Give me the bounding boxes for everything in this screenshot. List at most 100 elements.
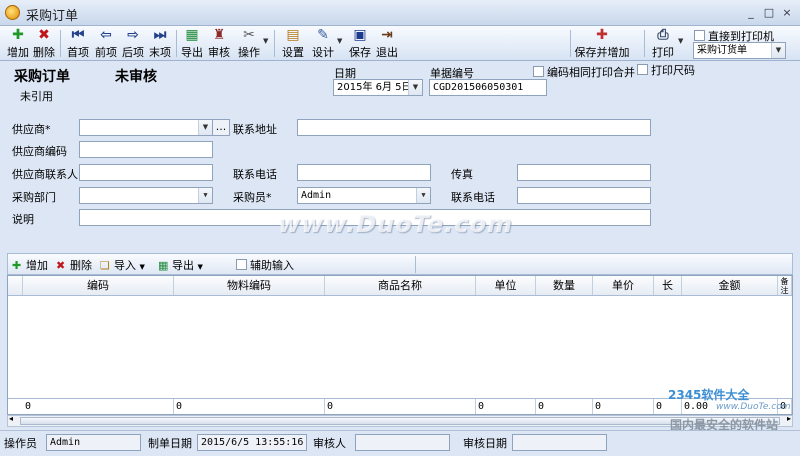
- plus-icon: ✚: [12, 259, 22, 272]
- last-button[interactable]: ⏭ 末项: [147, 28, 173, 60]
- checkbox[interactable]: [236, 259, 247, 270]
- delete-icon: ✖: [38, 27, 50, 43]
- column-header[interactable]: 备注: [778, 276, 792, 295]
- chevron-down-icon[interactable]: ▼: [678, 37, 683, 45]
- delete-icon: ✖: [56, 259, 66, 272]
- chevron-down-icon[interactable]: ▼: [140, 263, 145, 271]
- app-icon: [5, 5, 20, 20]
- audit-date-field: [512, 434, 607, 451]
- grid-delete-button[interactable]: ✖ 删除: [56, 257, 92, 273]
- add-button[interactable]: ✚ 增加: [6, 28, 30, 60]
- save-button[interactable]: ▣ 保存: [347, 28, 373, 60]
- assist-input-checkbox[interactable]: 辅助输入: [236, 257, 294, 273]
- export-button[interactable]: ▦ 导出: [179, 28, 205, 60]
- print-button[interactable]: ⎙ 打印: [650, 27, 676, 60]
- duote-watermark: www.DuoTe.com: [278, 210, 513, 238]
- chevron-down-icon[interactable]: ▼: [263, 37, 268, 45]
- column-header[interactable]: 单价: [593, 276, 654, 295]
- main-toolbar: ✚ 增加 ✖ 删除 ⏮ 首项 ⇦ 前项 ⇨ 后项 ⏭ 末项 ▦ 导出 ♜ 审核 …: [0, 26, 800, 61]
- save-and-add-button[interactable]: ✚ 保存并增加: [574, 28, 630, 60]
- docno-field[interactable]: CGD201506050301: [429, 79, 547, 96]
- merge-print-checkbox[interactable]: 编码相同打印合并: [533, 64, 635, 80]
- checkbox[interactable]: [694, 30, 705, 41]
- print-size-checkbox[interactable]: 打印尺码: [637, 62, 695, 78]
- chevron-down-icon[interactable]: ▼: [408, 80, 422, 95]
- grid-header: 编码 物料编码 商品名称 单位 数量 单价 长 金额 备注: [8, 276, 792, 296]
- phone2-label: 联系电话: [451, 191, 495, 204]
- total-cell: 0: [174, 399, 325, 414]
- grid-export-button[interactable]: ▦ 导出 ▼: [158, 257, 203, 273]
- next-button[interactable]: ⇨ 后项: [120, 27, 146, 60]
- maximize-button[interactable]: □: [760, 4, 778, 21]
- phone2-field[interactable]: [517, 187, 651, 204]
- address-field[interactable]: [297, 119, 651, 136]
- chevron-down-icon[interactable]: ▼: [337, 37, 342, 45]
- note-label: 说明: [12, 213, 34, 226]
- arrow-right-icon: ⇨: [127, 27, 139, 43]
- date-picker[interactable]: 2015年 6月 5日 ▼: [333, 79, 423, 96]
- operation-button[interactable]: ✂ 操作: [236, 28, 262, 60]
- chevron-down-icon[interactable]: ▼: [198, 188, 212, 203]
- supplier-code-label: 供应商编码: [12, 145, 67, 158]
- grid-import-button[interactable]: ❏ 导入 ▼: [100, 257, 145, 273]
- created-date-label: 制单日期: [148, 437, 192, 450]
- column-header[interactable]: 编码: [23, 276, 174, 295]
- column-header[interactable]: 长: [654, 276, 682, 295]
- column-header[interactable]: 金额: [682, 276, 778, 295]
- scrollbar-thumb[interactable]: [20, 417, 780, 425]
- column-header[interactable]: 商品名称: [325, 276, 476, 295]
- fax-field[interactable]: [517, 164, 651, 181]
- toolbar-separator: [570, 30, 571, 57]
- total-cell: 0: [476, 399, 536, 414]
- toolbar-separator: [60, 30, 61, 57]
- buyer-select[interactable]: Admin ▼: [297, 187, 431, 204]
- chevron-down-icon[interactable]: ▼: [416, 188, 430, 203]
- row-indicator-header: [8, 276, 23, 295]
- column-header[interactable]: 数量: [536, 276, 593, 295]
- exit-icon: ⇥: [381, 27, 393, 43]
- total-cell: 0: [325, 399, 476, 414]
- column-header[interactable]: 单位: [476, 276, 536, 295]
- exit-button[interactable]: ⇥ 退出: [374, 27, 400, 60]
- operator-label: 操作员: [4, 437, 37, 450]
- settings-icon: ▤: [286, 27, 300, 43]
- print-template-select[interactable]: 采购订货单 ▼: [693, 42, 786, 59]
- checkbox[interactable]: [533, 66, 544, 77]
- column-header[interactable]: 物料编码: [174, 276, 325, 295]
- checkbox[interactable]: [637, 64, 648, 75]
- browse-supplier-button[interactable]: ...: [212, 119, 230, 136]
- supplier-select[interactable]: [79, 119, 212, 136]
- delete-button[interactable]: ✖ 删除: [32, 27, 56, 60]
- first-button[interactable]: ⏮ 首项: [65, 28, 91, 60]
- close-button[interactable]: ×: [778, 4, 796, 21]
- operator-field: Admin: [46, 434, 141, 451]
- status-bar: 操作员 Admin 制单日期 2015/6/5 13:55:16 审核人 审核日…: [0, 430, 800, 456]
- minimize-button[interactable]: _: [742, 4, 760, 21]
- contact-field[interactable]: [79, 164, 213, 181]
- supplier-code-field[interactable]: [79, 141, 213, 158]
- dept-label: 采购部门: [12, 191, 56, 204]
- auditor-field: [355, 434, 450, 451]
- scroll-left-icon[interactable]: ◂: [9, 414, 13, 423]
- audit-button[interactable]: ♜ 审核: [206, 28, 232, 60]
- toolbar-separator: [644, 30, 645, 57]
- phone-label: 联系电话: [233, 168, 277, 181]
- export-icon: ▦: [158, 259, 169, 272]
- design-button[interactable]: ✎ 设计: [310, 28, 336, 60]
- address-label: 联系地址: [233, 123, 277, 136]
- scroll-right-icon[interactable]: ▸: [787, 414, 791, 423]
- chevron-down-icon[interactable]: ▼: [198, 120, 212, 135]
- chevron-down-icon[interactable]: ▼: [771, 43, 785, 58]
- toolbar-separator: [176, 30, 177, 57]
- phone-field[interactable]: [297, 164, 431, 181]
- previous-button[interactable]: ⇦ 前项: [93, 28, 119, 60]
- chevron-down-icon[interactable]: ▼: [198, 263, 203, 271]
- total-cell: 0: [593, 399, 654, 414]
- printer-icon: ⎙: [657, 27, 669, 43]
- reference-status: 未引用: [20, 90, 53, 103]
- toolbar-separator: [274, 30, 275, 57]
- total-cell: 0: [536, 399, 593, 414]
- dept-select[interactable]: ▼: [79, 187, 213, 204]
- settings-button[interactable]: ▤ 设置: [280, 27, 306, 60]
- grid-add-button[interactable]: ✚ 增加: [12, 257, 48, 273]
